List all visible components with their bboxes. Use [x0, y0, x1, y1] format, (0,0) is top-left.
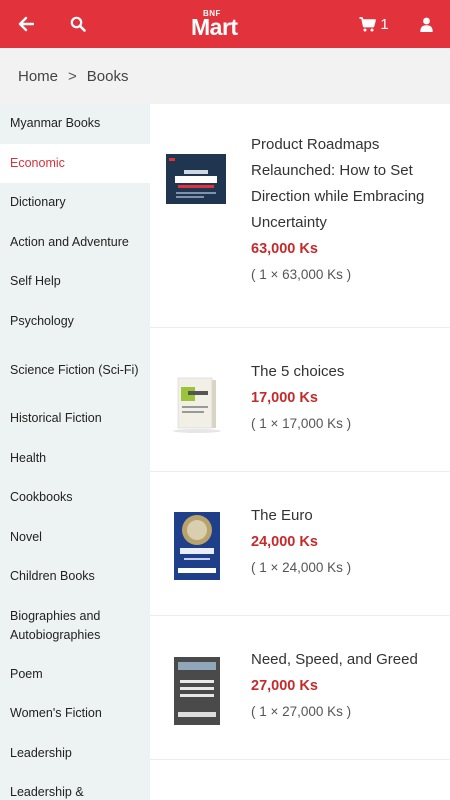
- user-icon: [419, 17, 433, 32]
- category-item-psychology[interactable]: Psychology: [0, 302, 150, 342]
- category-item-children-books[interactable]: Children Books: [0, 557, 150, 597]
- category-label: Dictionary: [10, 195, 66, 210]
- category-item-poem[interactable]: Poem: [0, 655, 150, 695]
- category-label: Cookbooks: [10, 490, 73, 505]
- category-label: Economic: [10, 155, 65, 170]
- product-info: Product Roadmaps Relaunched: How to Set …: [251, 132, 441, 288]
- product-item[interactable]: Need, Speed, and Greed 27,000 Ks ( 1 × 27,…: [150, 616, 450, 760]
- category-label: Novel: [10, 529, 42, 544]
- category-item-dictionary[interactable]: Dictionary: [0, 183, 150, 223]
- product-item[interactable]: The 5 choices 17,000 Ks ( 1 × 17,000 Ks ): [150, 328, 450, 472]
- category-item-novel[interactable]: Novel: [0, 518, 150, 558]
- product-info: The Euro 24,000 Ks ( 1 × 24,000 Ks ): [251, 503, 441, 581]
- product-list: Product Roadmaps Relaunched: How to Set …: [150, 104, 450, 800]
- breadcrumb-current: Books: [86, 67, 129, 85]
- category-item-action-and-adventure[interactable]: Action and Adventure: [0, 223, 150, 263]
- category-item-biographies[interactable]: Biographies and Autobiographies: [0, 597, 150, 655]
- category-item-historical-fiction[interactable]: Historical Fiction: [0, 399, 150, 439]
- book-cover-image: [166, 510, 226, 582]
- category-label: Health: [10, 450, 47, 465]
- category-item-myanmar-books[interactable]: Myanmar Books: [0, 104, 150, 144]
- book-cover-image: [166, 372, 226, 434]
- cart-button[interactable]: 1: [356, 0, 392, 48]
- account-button[interactable]: [412, 0, 440, 48]
- back-button[interactable]: [12, 0, 40, 48]
- category-item-womens-fiction[interactable]: Women's Fiction: [0, 694, 150, 734]
- category-item-leadership[interactable]: Leadership: [0, 734, 150, 774]
- breadcrumb-home-link[interactable]: Home: [18, 68, 58, 85]
- category-item-health[interactable]: Health: [0, 439, 150, 479]
- category-label: Leadership &: [10, 785, 84, 800]
- category-label: Action and Adventure: [10, 234, 129, 249]
- product-title[interactable]: The Euro: [251, 503, 441, 529]
- product-title[interactable]: Need, Speed, and Greed: [251, 647, 441, 673]
- book-cover-image: [166, 154, 226, 204]
- product-title[interactable]: Product Roadmaps Relaunched: How to Set …: [251, 132, 441, 236]
- search-button[interactable]: [64, 0, 92, 48]
- product-item[interactable]: The Euro 24,000 Ks ( 1 × 24,000 Ks ): [150, 472, 450, 616]
- product-quantity: ( 1 × 27,000 Ks ): [251, 704, 352, 719]
- category-label: Science Fiction (Sci-Fi): [10, 362, 139, 377]
- book-cover-image: [166, 656, 226, 726]
- product-quantity: ( 1 × 63,000 Ks ): [251, 267, 352, 282]
- category-item-science-fiction[interactable]: Science Fiction (Sci-Fi): [0, 341, 150, 399]
- logo-mart-text: Mart: [191, 14, 238, 40]
- breadcrumb-separator: >: [68, 67, 77, 85]
- cart-count-badge: 1: [380, 15, 389, 33]
- product-item[interactable]: Product Roadmaps Relaunched: How to Set …: [150, 104, 450, 328]
- breadcrumb: Home > Books: [0, 48, 450, 104]
- category-label: Self Help: [10, 274, 61, 289]
- product-title[interactable]: The 5 choices: [251, 359, 441, 385]
- arrow-left-icon: [18, 16, 34, 32]
- search-icon: [70, 16, 86, 32]
- product-info: The 5 choices 17,000 Ks ( 1 × 17,000 Ks ): [251, 359, 441, 437]
- category-sidebar: Myanmar Books Economic Dictionary Action…: [0, 104, 150, 800]
- product-info: Need, Speed, and Greed 27,000 Ks ( 1 × 27,…: [251, 647, 441, 725]
- shopping-cart-icon: [359, 16, 377, 31]
- category-item-cookbooks[interactable]: Cookbooks: [0, 478, 150, 518]
- category-label: Psychology: [10, 313, 74, 328]
- category-label: Leadership: [10, 745, 72, 760]
- product-price: 63,000 Ks: [251, 241, 318, 257]
- category-label: Historical Fiction: [10, 411, 102, 426]
- category-label: Myanmar Books: [10, 116, 101, 131]
- category-label: Poem: [10, 666, 43, 681]
- category-item-self-help[interactable]: Self Help: [0, 262, 150, 302]
- product-quantity: ( 1 × 17,000 Ks ): [251, 416, 352, 431]
- category-label: Children Books: [10, 569, 95, 584]
- product-price: 17,000 Ks: [251, 390, 318, 406]
- product-quantity: ( 1 × 24,000 Ks ): [251, 560, 352, 575]
- category-item-leadership-and[interactable]: Leadership &: [0, 773, 150, 800]
- category-label: Biographies and Autobiographies: [10, 608, 101, 642]
- bnf-mart-logo[interactable]: BNF Mart: [189, 9, 251, 40]
- product-price: 24,000 Ks: [251, 534, 318, 550]
- category-item-economic[interactable]: Economic: [0, 143, 150, 183]
- product-price: 27,000 Ks: [251, 678, 318, 694]
- top-app-bar: BNF Mart 1: [0, 0, 450, 48]
- category-label: Women's Fiction: [10, 706, 102, 721]
